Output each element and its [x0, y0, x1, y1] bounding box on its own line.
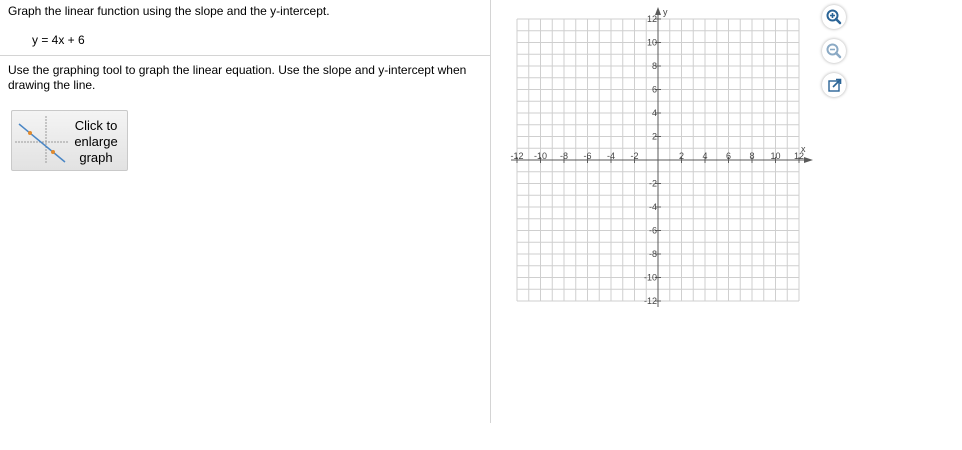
x-tick-label: 8: [749, 151, 754, 161]
enlarge-graph-button[interactable]: Click to enlarge graph: [11, 110, 128, 171]
x-tick-label: -12: [510, 151, 523, 161]
y-tick-label: -4: [649, 202, 657, 212]
x-tick-label: -10: [534, 151, 547, 161]
enlarge-graph-label: Click to enlarge graph: [74, 118, 118, 165]
x-tick-label: -8: [560, 151, 568, 161]
y-tick-label: -8: [649, 249, 657, 259]
zoom-in-icon: [826, 9, 842, 25]
y-tick-label: 6: [652, 85, 657, 95]
x-tick-label: -2: [630, 151, 638, 161]
x-tick-label: 6: [726, 151, 731, 161]
popout-icon: [828, 78, 842, 92]
question-pane: Graph the linear function using the slop…: [0, 0, 491, 423]
x-tick-label: 12: [794, 151, 804, 161]
equation-text: y = 4x + 6: [32, 33, 85, 47]
x-tick-label: 4: [702, 151, 707, 161]
section-divider: [0, 55, 490, 56]
y-tick-label: 4: [652, 108, 657, 118]
y-tick-label: 2: [652, 132, 657, 142]
y-tick-label: -6: [649, 226, 657, 236]
y-tick-label: 10: [647, 38, 657, 48]
popout-button[interactable]: [822, 73, 846, 97]
zoom-out-icon: [826, 43, 842, 59]
x-tick-label: 10: [770, 151, 780, 161]
zoom-in-button[interactable]: [822, 5, 846, 29]
y-axis-label: y: [663, 7, 668, 17]
question-title: Graph the linear function using the slop…: [8, 4, 330, 18]
x-tick-label: -6: [583, 151, 591, 161]
coordinate-graph[interactable]: xy-12 -10 -8 -6 -4 -2 2 4 6 8 10 1212108642-2-4-6-8…: [505, 4, 815, 314]
instructions-text: Use the graphing tool to graph the linea…: [8, 63, 467, 92]
x-tick-label: -4: [607, 151, 615, 161]
y-tick-label: 12: [647, 14, 657, 24]
zoom-out-button[interactable]: [822, 39, 846, 63]
y-tick-label: 8: [652, 61, 657, 71]
x-tick-label: 2: [679, 151, 684, 161]
graph-thumbnail-icon: [15, 116, 69, 164]
y-tick-label: -2: [649, 179, 657, 189]
x-axis-arrow: [804, 157, 813, 163]
y-tick-label: -10: [644, 273, 657, 283]
y-tick-label: -12: [644, 296, 657, 306]
